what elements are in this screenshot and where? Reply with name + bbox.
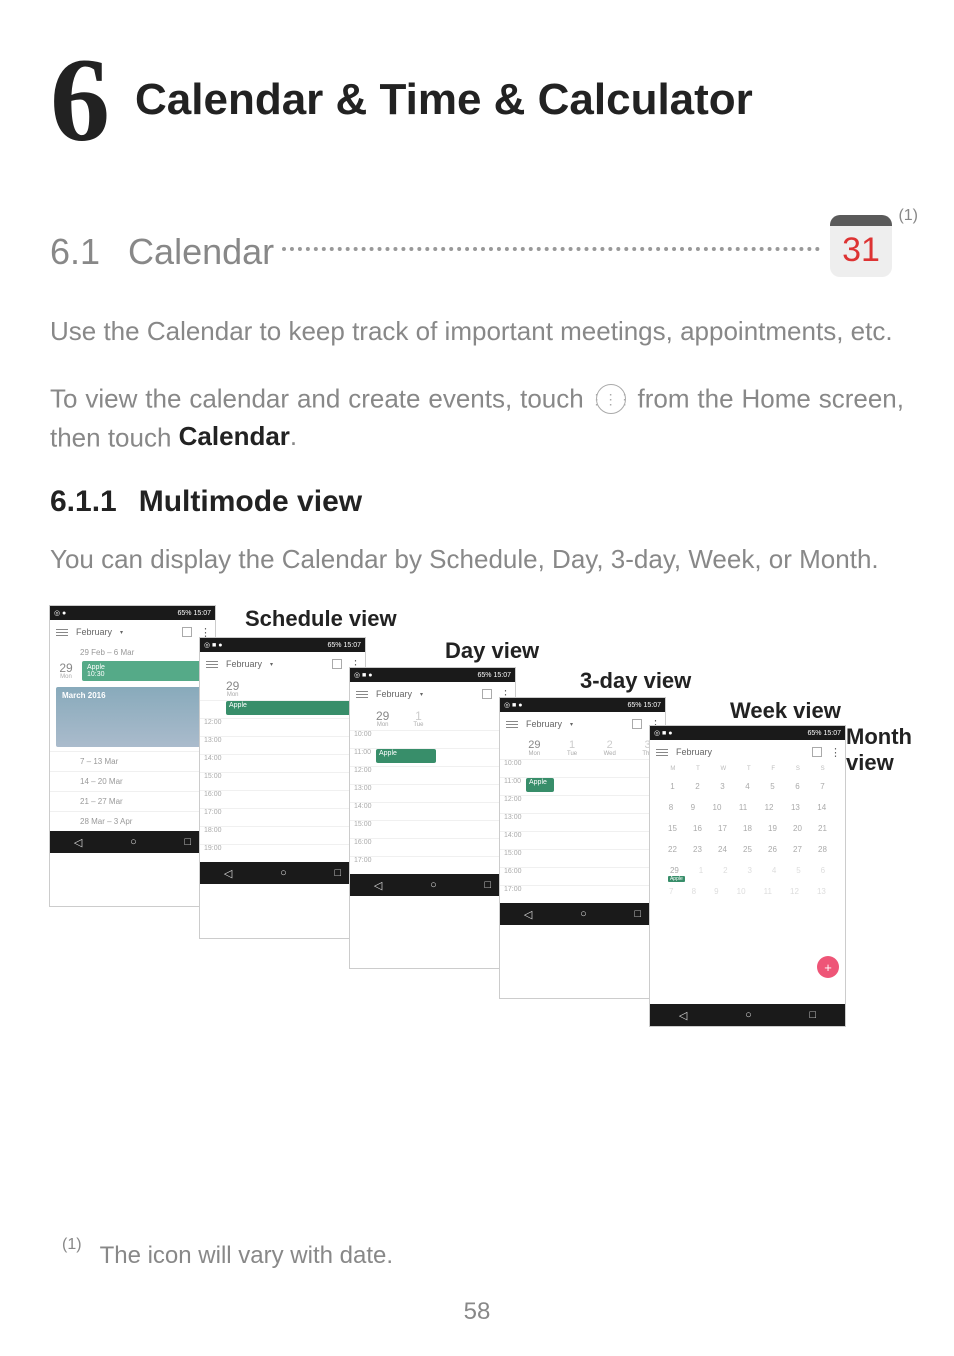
status-bar: ◎ ■ ●65% 15:07 [200,638,365,652]
day-event: Apple [376,749,436,763]
app-bar: February ⋮ [650,740,845,764]
nav-bar: ◁○□ [350,874,515,896]
hamburger-icon [656,749,668,756]
month-dow-row: MTWTFSS [650,764,845,774]
p2-part-c: Calendar [179,421,290,451]
p2-part-a: To view the calendar and create events, … [50,383,592,413]
label-day-view: Day view [445,638,539,664]
status-bar: ◎ ■ ●65% 15:07 [650,726,845,740]
app-bar: February▾ ⋮ [350,682,515,706]
day-event: Apple [226,701,361,715]
footnote-text: The icon will vary with date. [100,1242,393,1270]
footnote: (1) The icon will vary with date. [62,1242,393,1270]
label-schedule-view: Schedule view [245,606,397,632]
overflow-icon: ⋮ [200,626,209,639]
screenshot-3day-view: ◎ ■ ●65% 15:07 February▾ ⋮ 29Mon 1Tue 2W… [500,698,665,998]
status-bar: ◎ ●65% 15:07 [50,606,215,620]
subsection-title: Multimode view [139,485,362,519]
subsection-6-1-1-para: You can display the Calendar by Schedule… [50,541,904,579]
app-bar: February▾ ⋮ [200,652,365,676]
threeday-event: Apple [526,778,554,792]
screenshots-collage: Schedule view Day view 3-day view Week v… [50,606,910,1036]
p2-part-d: . [290,421,297,451]
chapter-title: Calendar & Time & Calculator [135,75,753,125]
calendar-app-icon: 31 [830,215,892,277]
screenshot-day-hours: ◎ ■ ●65% 15:07 February▾ ⋮ 29Mon Apple 1… [200,638,365,938]
schedule-week-item: 28 Mar – 3 Apr [50,811,215,831]
calendar-app-icon-wrap: 31 (1) [830,215,904,289]
section-number: 6.1 [50,231,100,273]
schedule-week-item: 14 – 20 Mar [50,771,215,791]
nav-bar: ◁○□ [50,831,215,853]
hamburger-icon [356,691,368,698]
fab-add-event: + [817,956,839,978]
nav-bar: ◁○□ [500,903,665,925]
page-number: 58 [0,1298,954,1326]
section-6-1-para-1: Use the Calendar to keep track of import… [50,313,904,351]
schedule-week-item: 21 – 27 Mar [50,791,215,811]
label-3day-view: 3-day view [580,668,691,694]
hamburger-icon [56,629,68,636]
section-6-1-para-2: To view the calendar and create events, … [50,379,904,457]
apps-drawer-icon: ⋮⋮⋮ [596,384,626,414]
subsection-number: 6.1.1 [50,485,117,519]
footnote-marker: (1) [62,1236,82,1264]
chapter-heading: 6 Calendar & Time & Calculator [50,40,904,160]
month-grid: 1234567 891011121314 15161718192021 2223… [650,774,845,904]
schedule-week-item: 7 – 13 Mar [50,751,215,771]
hamburger-icon [206,661,218,668]
status-bar: ◎ ■ ●65% 15:07 [500,698,665,712]
screenshot-day-view: ◎ ■ ●65% 15:07 February▾ ⋮ 29Mon 1Tue 10… [350,668,515,968]
subsection-6-1-1-row: 6.1.1 Multimode view [50,485,904,519]
app-bar: February▾ ⋮ [500,712,665,736]
app-bar: February▾ ⋮ [50,620,215,644]
section-title: Calendar [128,231,274,273]
today-icon [482,689,492,699]
schedule-range: 29 Feb – 6 Mar [50,644,215,659]
section-6-1-row: 6.1 Calendar 31 (1) [50,215,904,289]
month-event: Apple [668,876,685,882]
calendar-icon-footnote-ref: (1) [898,207,918,225]
schedule-event: Apple10:30 [82,661,209,681]
today-icon [182,627,192,637]
label-month-view-1: Month [846,724,912,750]
leader-dots [282,247,820,251]
chapter-number: 6 [50,40,110,160]
status-bar: ◎ ■ ●65% 15:07 [350,668,515,682]
nav-bar: ◁○□ [650,1004,845,1026]
schedule-month-banner: March 2016 [56,687,209,747]
label-month-view-2: view [846,750,894,776]
hamburger-icon [506,721,518,728]
screenshot-month-view: ◎ ■ ●65% 15:07 February ⋮ MTWTFSS 123456… [650,726,845,1026]
label-week-view: Week view [730,698,841,724]
schedule-row: 29Mon Apple10:30 [50,659,215,683]
appbar-month: February [76,627,112,637]
today-icon [812,747,822,757]
today-icon [332,659,342,669]
today-icon [632,719,642,729]
nav-bar: ◁○□ [200,862,365,884]
overflow-icon: ⋮ [830,746,839,759]
screenshot-schedule: ◎ ●65% 15:07 February▾ ⋮ 29 Feb – 6 Mar … [50,606,215,906]
